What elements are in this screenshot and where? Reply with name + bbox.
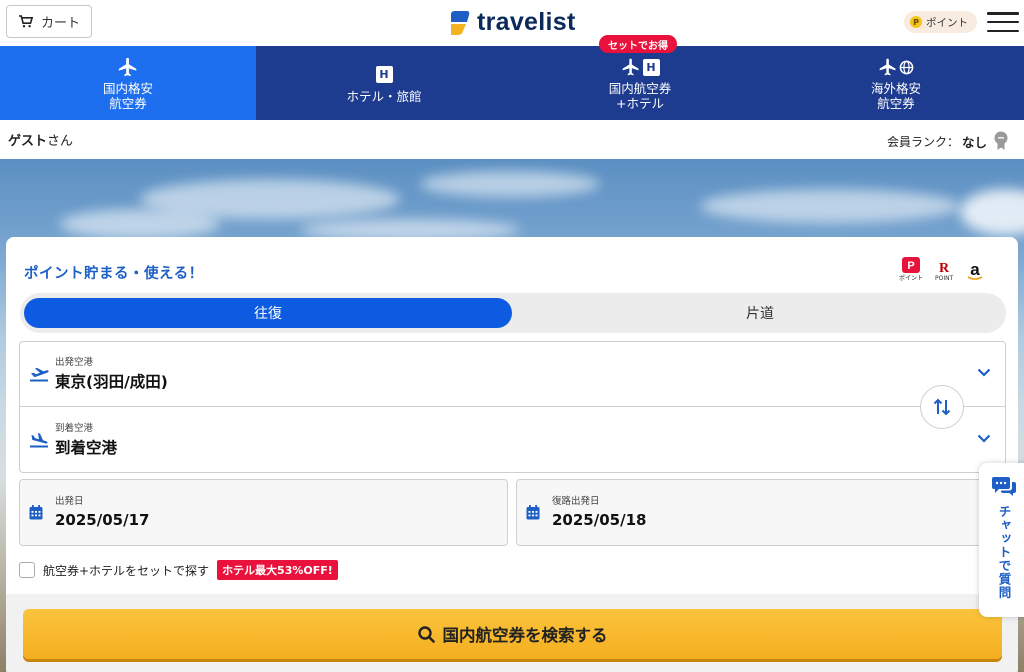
tab-label-line1: 海外格安	[870, 81, 921, 96]
guest-greeting: ゲストさん	[8, 130, 73, 149]
tab-domestic-flights[interactable]: 国内格安 航空券	[0, 46, 256, 120]
tab-label-line2: 航空券	[109, 96, 147, 111]
svg-text:R: R	[939, 261, 950, 275]
logo-text: travelist	[477, 8, 576, 36]
amazon-icon: a	[967, 260, 983, 280]
rank-label: 会員ランク：	[887, 134, 960, 149]
cart-icon	[19, 15, 33, 28]
logo-mark-icon	[451, 10, 470, 35]
return-date-value: 2025/05/18	[552, 511, 647, 529]
points-headline: ポイント貯まる・使える！	[24, 266, 204, 282]
globe-icon	[899, 60, 914, 74]
set-deal-badge: セットでお得	[599, 35, 677, 53]
one-way-option[interactable]: 片道	[516, 298, 1004, 328]
calendar-icon	[29, 505, 43, 520]
rakuten-point-logo: R POINT	[935, 261, 954, 282]
guest-name: ゲスト	[8, 134, 48, 149]
member-rank[interactable]: 会員ランク： なし	[887, 131, 1008, 151]
hotel-icon: H	[642, 58, 660, 76]
outbound-date-label: 出発日	[55, 496, 84, 507]
airplane-icon	[879, 58, 896, 76]
set-search-label[interactable]: 航空券+ホテルをセットで探す	[43, 562, 209, 579]
flight-hotel-set-option: 航空券+ホテルをセットで探す ホテル最大53%OFF!	[19, 560, 338, 580]
search-button-label: 国内航空券を検索する	[442, 626, 608, 645]
tab-label-line1: 国内航空券	[608, 81, 672, 96]
rakuten-icon: R	[939, 261, 950, 275]
paypay-icon: P	[902, 257, 920, 273]
chat-support-button[interactable]: チャットで質問	[979, 463, 1024, 617]
cart-label: カート	[41, 16, 81, 31]
top-bar: カート travelist P ポイント	[0, 0, 1024, 46]
outbound-date-value: 2025/05/17	[55, 511, 150, 529]
swap-airports-button[interactable]	[920, 385, 964, 429]
tab-label-line2: +ホテル	[616, 96, 664, 111]
user-info-bar: ゲストさん 会員ランク： なし	[0, 120, 1024, 159]
points-label: ポイント	[926, 16, 968, 29]
chat-bubble-icon	[992, 477, 1016, 496]
outbound-date-field[interactable]: 出発日 2025/05/17	[19, 479, 508, 546]
airplane-icon	[118, 57, 137, 77]
point-coin-icon: P	[910, 16, 922, 28]
points-button[interactable]: P ポイント	[904, 11, 977, 33]
paypay-point-logo: P ポイント	[899, 257, 923, 282]
svg-text:a: a	[971, 260, 981, 279]
service-nav: 国内格安 航空券 H ホテル・旅館 H 国内航空券 +ホテル 海外格安 航空券	[0, 46, 1024, 120]
return-date-field[interactable]: 復路出発日 2025/05/18	[516, 479, 1006, 546]
landing-icon	[30, 433, 48, 448]
tab-label-line1: 国内格安	[102, 81, 153, 96]
chevron-down-icon	[977, 434, 991, 443]
set-search-checkbox[interactable]	[19, 562, 35, 578]
return-date-label: 復路出発日	[552, 496, 600, 507]
swap-arrows-icon	[933, 398, 951, 416]
hotel-discount-badge: ホテル最大53%OFF!	[217, 560, 338, 580]
tab-label-line2: 航空券	[877, 96, 915, 111]
hotel-icon: H	[375, 66, 393, 83]
arrival-airport-field[interactable]: 到着空港 到着空港	[20, 408, 1005, 473]
departure-label: 出発空港	[55, 357, 94, 368]
tab-hotels[interactable]: H ホテル・旅館	[256, 46, 512, 120]
tab-label-line1: ホテル・旅館	[346, 88, 422, 104]
airplane-icon	[622, 58, 638, 76]
chevron-down-icon	[977, 368, 991, 377]
search-flights-button[interactable]: 国内航空券を検索する	[23, 609, 1002, 659]
hamburger-menu-icon[interactable]	[987, 12, 1019, 32]
tab-flight-hotel-set[interactable]: H 国内航空券 +ホテル	[512, 46, 768, 120]
arrival-value: 到着空港	[55, 439, 118, 457]
departure-airport-field[interactable]: 出発空港 東京(羽田/成田)	[20, 342, 1005, 407]
flight-search-card: ポイント貯まる・使える！ P ポイント R POINT a 往復 片道 出発空港…	[6, 237, 1018, 672]
search-icon	[417, 625, 435, 643]
cart-button[interactable]: カート	[6, 5, 92, 38]
takeoff-icon	[30, 367, 49, 382]
travelist-logo[interactable]: travelist	[449, 8, 576, 37]
point-partner-logos: P ポイント R POINT a	[899, 257, 985, 282]
tab-international-flights[interactable]: 海外格安 航空券	[768, 46, 1024, 120]
search-button-area: 国内航空券を検索する	[6, 594, 1018, 672]
rank-value: なし	[962, 134, 988, 150]
guest-suffix: さん	[47, 134, 74, 149]
arrival-label: 到着空港	[55, 423, 94, 434]
round-trip-option[interactable]: 往復	[24, 298, 512, 328]
svg-text:P: P	[907, 260, 914, 272]
rank-medal-icon	[994, 131, 1008, 150]
amazon-logo: a	[965, 260, 985, 282]
airport-selector: 出発空港 東京(羽田/成田) 到着空港 到着空港	[19, 341, 1006, 473]
departure-value: 東京(羽田/成田)	[55, 373, 168, 391]
trip-type-toggle: 往復 片道	[20, 293, 1006, 333]
calendar-icon	[526, 505, 540, 520]
chat-label: チャットで質問	[996, 505, 1012, 600]
